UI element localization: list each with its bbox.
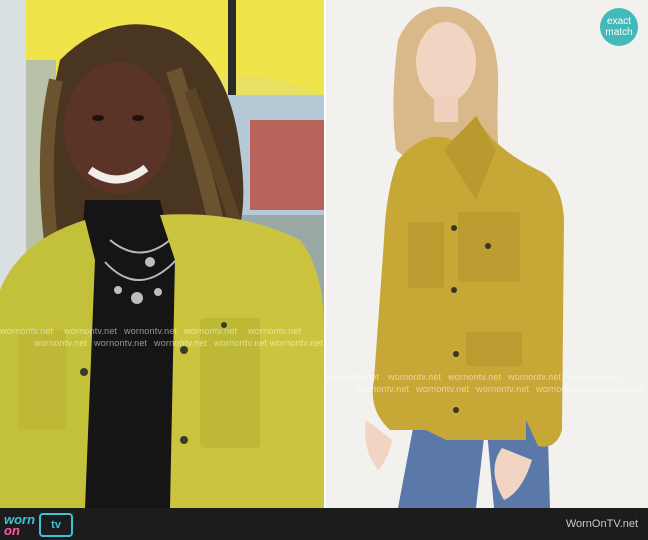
tv-still-illustration <box>0 0 324 508</box>
product-photo <box>326 0 648 508</box>
watermark-text: wornontv.net <box>416 384 470 394</box>
watermark-text: wornontv.net <box>590 384 644 394</box>
watermark-text: wornontv.net <box>508 372 562 382</box>
watermark-text: wornontv.net <box>94 338 148 348</box>
watermark-text: wornontv.net <box>124 326 178 336</box>
watermark-text: wornontv.net <box>270 338 324 348</box>
watermark-text: wornontv.net <box>184 326 238 336</box>
watermark-text: wornontv.net <box>448 372 502 382</box>
wornontv-logo[interactable]: worn on tv <box>4 512 74 538</box>
badge-line1: exact <box>607 16 631 27</box>
tv-still-photo <box>0 0 324 508</box>
watermark-text: wornontv.net <box>388 372 442 382</box>
tv-icon: tv <box>39 513 74 537</box>
watermark-text: wornontv.net <box>34 338 88 348</box>
watermark-text: wornontv.net <box>214 338 268 348</box>
watermark-text: wornontv.net <box>536 384 590 394</box>
footer-bar: worn on tv WornOnTV.net <box>0 508 648 540</box>
watermark-text: wornontv.net <box>476 384 530 394</box>
watermark-text: wornontv.net <box>64 326 118 336</box>
watermark-text: wornontv.net <box>326 372 380 382</box>
badge-line2: match <box>605 27 633 38</box>
watermark-text: wornontv.net <box>568 372 622 382</box>
collage: exact match wornontv.net wornontv.net wo… <box>0 0 648 540</box>
watermark-text: wornontv.net <box>0 326 54 336</box>
logo-tv: tv <box>51 519 61 531</box>
exact-match-badge: exact match <box>600 8 638 46</box>
watermark-text: wornontv.net <box>154 338 208 348</box>
watermark-text: wornontv.net <box>248 326 302 336</box>
site-credit: WornOnTV.net <box>565 518 638 530</box>
logo-wordmark: worn on <box>4 513 35 537</box>
product-illustration <box>326 0 648 508</box>
watermark-text: wornontv.net <box>356 384 410 394</box>
